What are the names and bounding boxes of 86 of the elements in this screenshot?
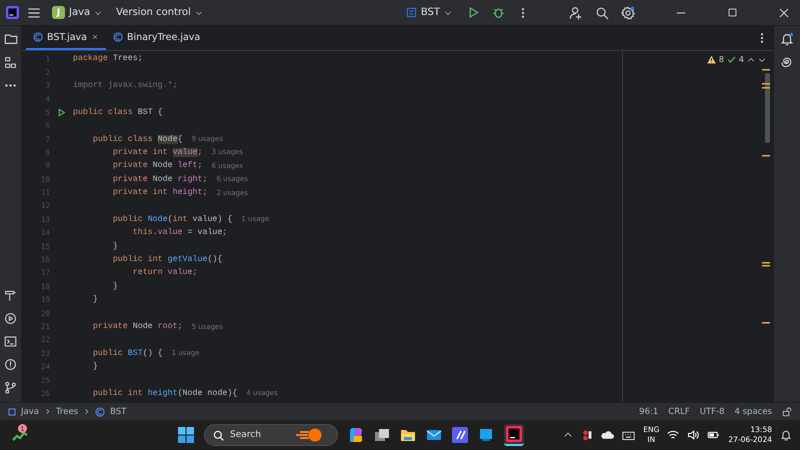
code-line: public int height(Node node){ <box>92 388 238 398</box>
problems-icon[interactable] <box>4 358 17 371</box>
add-user-icon[interactable] <box>569 6 583 20</box>
code-line: } <box>112 242 118 251</box>
colorful-app-icon[interactable] <box>348 427 364 443</box>
run-circle-icon[interactable] <box>4 312 17 325</box>
code-line: package Trees; <box>73 54 143 64</box>
taskbar-search-bar[interactable]: Search <box>204 424 338 446</box>
class-icon <box>112 32 123 42</box>
code-line: public Node(int value) { <box>112 214 232 224</box>
windows-logo-icon[interactable] <box>178 427 194 443</box>
close-tab-icon[interactable] <box>90 33 99 41</box>
intellij-taskbar-button[interactable] <box>504 424 524 446</box>
code-line: import javax.swing.*; <box>73 80 178 90</box>
list-icon <box>406 7 417 18</box>
cloud-icon[interactable] <box>601 428 614 442</box>
hammer-icon[interactable] <box>4 289 17 302</box>
speaker-icon[interactable] <box>687 429 700 441</box>
chevron-up-icon[interactable] <box>747 56 755 64</box>
code-line: } <box>112 282 118 291</box>
check-icon[interactable] <box>726 55 736 64</box>
bug-icon[interactable] <box>492 6 505 19</box>
code-line: } <box>92 295 98 304</box>
fireball-icon <box>296 428 322 442</box>
line-separator[interactable]: CRLF <box>668 406 690 416</box>
battery-icon[interactable] <box>707 429 720 441</box>
slashes-app-icon[interactable] <box>452 427 468 443</box>
envelope-icon[interactable] <box>426 427 442 443</box>
code-line: private Node right; <box>112 174 208 184</box>
indent-setting[interactable]: 4 spaces <box>734 406 772 416</box>
breadcrumb[interactable]: BST <box>110 406 126 416</box>
search-icon[interactable] <box>595 6 609 20</box>
search-icon <box>213 430 224 440</box>
project-dropdown[interactable]: J Java <box>49 4 106 21</box>
app-window-icon[interactable] <box>478 427 494 443</box>
app-logo-icon[interactable] <box>6 6 19 19</box>
warning-count[interactable]: 8 <box>718 55 724 64</box>
editor-tab[interactable]: BST.java <box>26 26 106 50</box>
tray-app-icon[interactable] <box>581 429 594 441</box>
warning-icon[interactable] <box>706 55 716 64</box>
lock-icon[interactable] <box>782 406 792 416</box>
code-line: return value; <box>132 268 198 278</box>
version-control-dropdown[interactable]: Version control <box>113 5 206 20</box>
maximize-icon[interactable] <box>727 7 738 18</box>
weak-warning-count[interactable]: 4 <box>738 55 744 64</box>
chevron-down-icon <box>94 8 102 16</box>
code-line: } <box>92 362 98 372</box>
file-encoding[interactable]: UTF-8 <box>700 406 725 416</box>
code-line: private Node root; <box>92 322 183 331</box>
search-input[interactable]: Search <box>230 430 290 440</box>
spiral-icon[interactable] <box>780 56 794 70</box>
windows-icon[interactable] <box>374 427 390 443</box>
code-line: private int height; <box>112 188 208 198</box>
code-line: private int value; <box>112 148 202 157</box>
chevron-down-icon <box>194 8 203 16</box>
breadcrumb[interactable]: Java <box>21 406 39 416</box>
git-branch-icon[interactable] <box>4 381 17 394</box>
chevron-right-icon <box>44 408 51 415</box>
close-icon[interactable] <box>778 6 790 18</box>
chevron-right-icon <box>83 408 90 415</box>
code-line: this.value = value; <box>132 228 228 238</box>
bell-icon[interactable] <box>780 429 792 441</box>
class-icon <box>33 32 43 42</box>
folder-icon[interactable] <box>400 427 416 443</box>
run-gutter-icon[interactable] <box>57 108 66 117</box>
editor-tab[interactable]: BinaryTree.java <box>106 26 208 50</box>
notifications-icon[interactable] <box>780 32 794 46</box>
menu-icon[interactable] <box>27 6 41 20</box>
folder-icon[interactable] <box>4 32 18 46</box>
code-line: public class Node{ <box>92 134 183 144</box>
code-line: public int getValue(){ <box>112 255 222 264</box>
module-icon <box>8 408 16 416</box>
terminal-icon[interactable] <box>4 335 17 348</box>
class-icon <box>95 406 106 416</box>
code-line: public class BST { <box>73 108 163 117</box>
wifi-icon[interactable] <box>667 429 680 441</box>
breadcrumb[interactable]: Trees <box>56 406 78 416</box>
settings-icon[interactable] <box>621 6 635 20</box>
run-configuration-dropdown[interactable]: BST <box>402 5 455 20</box>
chevron-down-icon <box>444 8 452 16</box>
structure-icon[interactable] <box>4 56 17 69</box>
scrollbar-thumb[interactable] <box>765 73 770 143</box>
code-line: private Node left; <box>112 161 202 170</box>
code-line: public BST() { <box>92 348 163 358</box>
caret-position[interactable]: 96:1 <box>639 406 658 416</box>
run-icon[interactable] <box>467 6 480 19</box>
